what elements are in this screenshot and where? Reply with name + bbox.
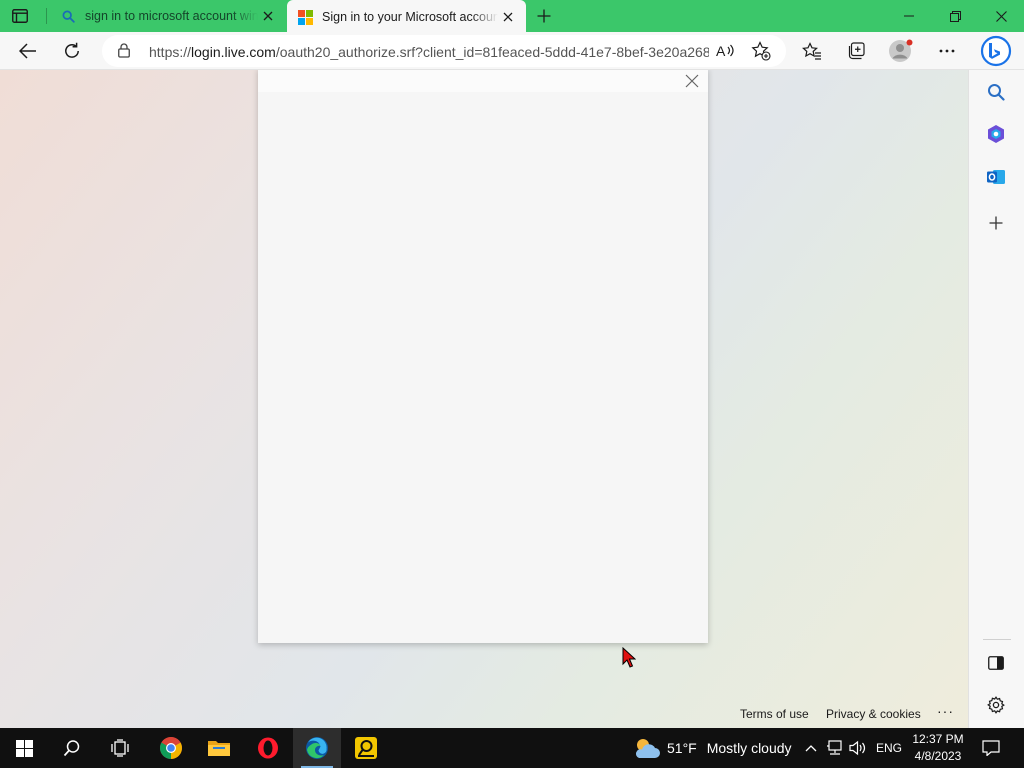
tab-title: Sign in to your Microsoft account: [322, 10, 498, 24]
edge-app-button[interactable]: [293, 728, 341, 768]
close-icon: [685, 74, 699, 88]
chrome-icon: [160, 737, 182, 759]
url-text[interactable]: https://login.live.com/oauth20_authorize…: [149, 44, 709, 60]
tab-sign-in[interactable]: Sign in to your Microsoft account: [287, 0, 526, 34]
app-icon: [355, 737, 377, 759]
bing-button[interactable]: [979, 34, 1013, 68]
clock-date: 4/8/2023: [914, 749, 962, 763]
sidebar-add-button[interactable]: [982, 209, 1010, 237]
more-button[interactable]: [932, 36, 962, 66]
browser-toolbar: https://login.live.com/oauth20_authorize…: [0, 32, 1024, 70]
windows-taskbar: 51°F Mostly cloudy ENG 12:37 PM 4/8/2023: [0, 728, 1024, 768]
opera-icon: [258, 737, 278, 759]
notification-icon: [982, 740, 1000, 756]
add-favorite-icon: [751, 41, 771, 61]
start-button[interactable]: [0, 728, 48, 768]
favorites-button[interactable]: [797, 36, 827, 66]
opera-app-button[interactable]: [244, 728, 292, 768]
edge-sidebar: [968, 70, 1024, 728]
show-hidden-icons-button[interactable]: [804, 728, 818, 768]
notifications-button[interactable]: [982, 728, 1000, 768]
tab-title: sign in to microsoft account windows 10: [85, 9, 258, 23]
close-tab-icon[interactable]: [258, 6, 278, 26]
chevron-up-icon: [805, 745, 817, 752]
sidebar-outlook-button[interactable]: [982, 163, 1010, 191]
svg-text:A: A: [716, 43, 726, 59]
clock[interactable]: 12:37 PM 4/8/2023: [906, 731, 970, 765]
taskbar-app-button[interactable]: [342, 728, 390, 768]
sign-in-dialog: [258, 70, 708, 643]
tab-bar: sign in to microsoft account windows 10 …: [0, 0, 1024, 34]
add-icon: [989, 216, 1003, 230]
chrome-app-button[interactable]: [147, 728, 195, 768]
read-aloud-icon: A: [716, 43, 734, 59]
minimize-icon: [904, 15, 914, 17]
file-explorer-icon: [208, 741, 230, 756]
dialog-close-button[interactable]: [682, 71, 702, 91]
clock-time: 12:37 PM: [912, 732, 964, 746]
sidebar-split-screen-button[interactable]: [982, 649, 1010, 677]
restore-button[interactable]: [932, 0, 978, 32]
mouse-cursor-icon: [622, 646, 637, 671]
input-language-indicator[interactable]: ENG: [876, 728, 902, 768]
task-view-icon: [111, 739, 129, 757]
microsoft-logo-icon: [297, 9, 313, 25]
network-icon: [827, 740, 842, 755]
outlook-icon: [987, 170, 1005, 184]
lock-icon[interactable]: [118, 43, 130, 61]
minimize-button[interactable]: [886, 0, 932, 32]
sidebar-search-button[interactable]: [982, 78, 1010, 106]
close-icon: [995, 10, 1007, 22]
plus-icon: [537, 9, 551, 23]
weather-widget[interactable]: 51°F Mostly cloudy: [632, 728, 792, 768]
more-icon: [939, 49, 955, 53]
settings-icon: [987, 696, 1005, 714]
close-window-button[interactable]: [978, 0, 1024, 32]
microsoft-365-icon: [988, 125, 1004, 143]
tab-actions-menu-icon[interactable]: [9, 6, 31, 26]
terms-of-use-link[interactable]: Terms of use: [740, 707, 809, 721]
refresh-icon: [65, 42, 79, 58]
read-aloud-button[interactable]: A: [710, 36, 740, 66]
profile-icon: [889, 39, 913, 62]
volume-button[interactable]: [849, 728, 867, 768]
bing-icon: [980, 35, 1012, 67]
collections-button[interactable]: [841, 36, 871, 66]
new-tab-button[interactable]: [532, 5, 556, 27]
privacy-cookies-link[interactable]: Privacy & cookies: [826, 707, 921, 721]
address-bar[interactable]: https://login.live.com/oauth20_authorize…: [102, 35, 786, 67]
search-icon: [60, 8, 76, 24]
taskbar-search-button[interactable]: [48, 728, 96, 768]
more-options-icon[interactable]: ···: [937, 703, 954, 719]
cloudy-weather-icon: [635, 739, 660, 758]
file-explorer-button[interactable]: [195, 728, 243, 768]
weather-condition: Mostly cloudy: [706, 740, 792, 756]
weather-temperature: 51°F: [667, 740, 697, 756]
search-icon: [988, 84, 1005, 101]
sidebar-microsoft-365-button[interactable]: [982, 120, 1010, 148]
favorites-icon: [802, 42, 821, 60]
search-icon: [63, 740, 80, 757]
refresh-button[interactable]: [57, 36, 87, 66]
back-button[interactable]: [13, 36, 43, 66]
collections-icon: [848, 42, 865, 60]
network-status-button[interactable]: [826, 728, 844, 768]
volume-icon: [849, 740, 866, 756]
restore-icon: [949, 10, 961, 22]
tab-search[interactable]: sign in to microsoft account windows 10: [50, 0, 286, 32]
close-tab-icon[interactable]: [498, 7, 518, 27]
start-icon: [15, 739, 33, 757]
page-content: Terms of use Privacy & cookies ···: [0, 70, 968, 728]
profile-button[interactable]: [886, 36, 916, 66]
dialog-header: [258, 70, 708, 92]
task-view-button[interactable]: [96, 728, 144, 768]
back-icon: [19, 43, 36, 59]
sidebar-settings-button[interactable]: [982, 691, 1010, 719]
sidebar-divider: [983, 639, 1011, 640]
split-screen-icon: [988, 656, 1004, 670]
edge-icon: [306, 737, 328, 759]
tab-separator: [46, 8, 47, 24]
add-favorite-button[interactable]: [746, 36, 776, 66]
